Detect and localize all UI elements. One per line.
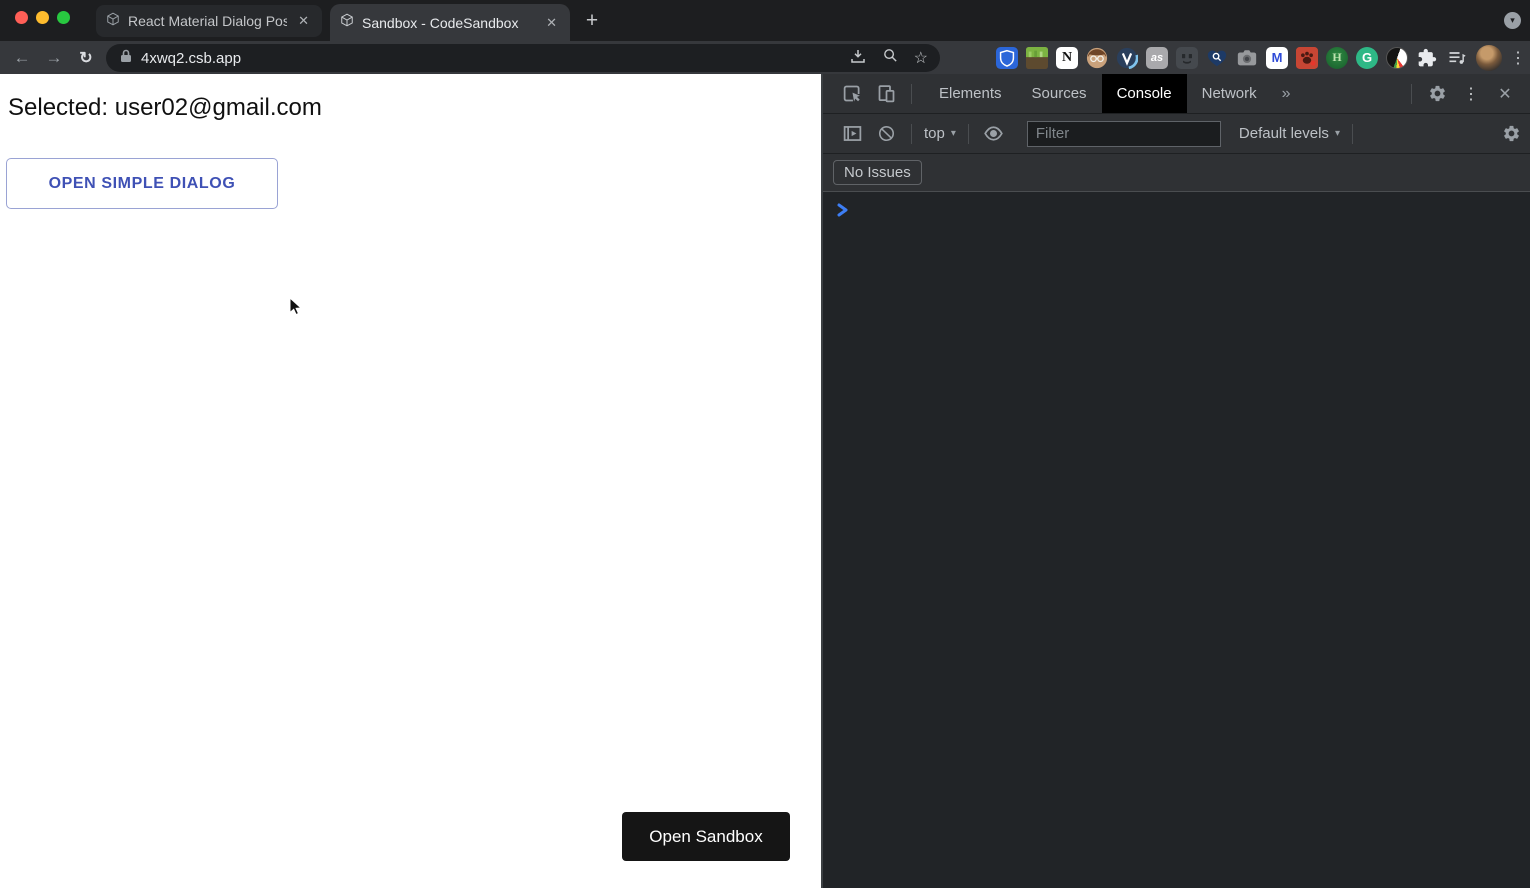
context-selector[interactable]: top ▾: [920, 125, 960, 142]
media-controls-icon[interactable]: [1446, 47, 1468, 69]
download-icon[interactable]: [849, 47, 867, 70]
console-messages[interactable]: [823, 192, 1530, 221]
heart-search-extension-icon[interactable]: [1206, 47, 1228, 69]
url-text: 4xwq2.csb.app: [141, 49, 242, 67]
color-wheel-extension-icon[interactable]: [1386, 46, 1408, 69]
clear-console-icon[interactable]: [873, 121, 899, 147]
close-tab-icon[interactable]: ✕: [295, 13, 312, 29]
nav-buttons: ← → ↻: [6, 41, 102, 74]
h-leaf-extension-icon[interactable]: H: [1326, 46, 1348, 69]
avatar-glasses-extension-icon[interactable]: [1086, 47, 1108, 69]
tab-title: Sandbox - CodeSandbox: [362, 14, 519, 31]
forward-icon[interactable]: →: [41, 45, 67, 71]
reload-icon[interactable]: ↻: [73, 45, 99, 71]
console-sidebar-toggle-icon[interactable]: [839, 121, 865, 147]
page-content: Selected: user02@gmail.com OPEN SIMPLE D…: [0, 74, 821, 888]
device-toolbar-icon[interactable]: [873, 81, 899, 107]
browser-tab-inactive[interactable]: React Material Dialog Position ✕: [96, 5, 322, 37]
v-extension-icon[interactable]: [1116, 47, 1138, 69]
lock-icon[interactable]: [120, 49, 132, 68]
grass-block-extension-icon[interactable]: [1026, 46, 1048, 69]
tab-strip: React Material Dialog Position ✕ Sandbox…: [0, 0, 1530, 41]
new-tab-button[interactable]: +: [578, 7, 606, 35]
paw-extension-icon[interactable]: [1296, 46, 1318, 69]
extensions-row: N as M H G ⋮: [996, 41, 1526, 74]
grammarly-extension-icon[interactable]: G: [1356, 46, 1378, 69]
tab-elements[interactable]: Elements: [924, 74, 1017, 113]
divider: [1351, 123, 1353, 144]
close-window-button[interactable]: [15, 11, 28, 24]
tab-sources[interactable]: Sources: [1017, 74, 1102, 113]
tab-console[interactable]: Console: [1101, 74, 1187, 113]
console-settings-gear-icon[interactable]: [1498, 121, 1524, 147]
more-tabs-icon[interactable]: »: [1272, 74, 1301, 113]
zoom-window-button[interactable]: [57, 11, 70, 24]
tab-title: React Material Dialog Position: [128, 13, 288, 29]
bookmark-star-icon[interactable]: ☆: [914, 48, 928, 68]
camera-extension-icon[interactable]: [1236, 47, 1258, 69]
log-levels-selector[interactable]: Default levels ▾: [1235, 125, 1344, 142]
face-extension-icon[interactable]: [1176, 46, 1198, 69]
context-selector-label: top: [924, 125, 945, 142]
divider: [911, 123, 912, 144]
console-toolbar: top ▾ Default levels ▾: [823, 114, 1530, 154]
address-bar[interactable]: 4xwq2.csb.app ☆: [106, 44, 940, 72]
devtools-controls: ⋮ ✕: [1403, 81, 1530, 107]
notion-extension-icon[interactable]: N: [1056, 46, 1078, 69]
close-tab-icon[interactable]: ✕: [543, 15, 560, 31]
inspect-element-icon[interactable]: [839, 81, 865, 107]
chevron-down-icon: ▾: [950, 128, 956, 139]
divider: [967, 123, 969, 144]
live-expression-eye-icon[interactable]: [981, 121, 1007, 147]
open-sandbox-button[interactable]: Open Sandbox: [622, 812, 790, 861]
open-simple-dialog-button[interactable]: OPEN SIMPLE DIALOG: [6, 158, 278, 209]
lastfm-extension-icon[interactable]: as: [1146, 46, 1168, 69]
devtools-panel: Elements Sources Console Network » ⋮ ✕ t…: [821, 74, 1530, 888]
log-levels-label: Default levels: [1238, 125, 1329, 142]
mouse-cursor: [289, 296, 303, 321]
tab-network[interactable]: Network: [1187, 74, 1272, 113]
console-prompt-icon: [837, 203, 849, 221]
devtools-tab-bar: Elements Sources Console Network » ⋮ ✕: [823, 74, 1530, 114]
selected-email-text: Selected: user02@gmail.com: [8, 94, 322, 121]
divider: [1411, 83, 1412, 104]
divider: [911, 83, 912, 104]
codesandbox-favicon-icon: [340, 13, 354, 32]
monosnap-extension-icon[interactable]: M: [1266, 46, 1288, 69]
omnibox-icons: ☆: [849, 47, 928, 70]
profile-avatar[interactable]: [1476, 44, 1502, 71]
back-icon[interactable]: ←: [9, 45, 35, 71]
browser-window: React Material Dialog Position ✕ Sandbox…: [0, 0, 1530, 888]
codesandbox-favicon-icon: [106, 12, 120, 31]
chevron-down-icon: ▾: [1334, 128, 1340, 139]
devtools-tabs: Elements Sources Console Network »: [924, 74, 1301, 113]
close-devtools-icon[interactable]: ✕: [1492, 81, 1518, 107]
settings-gear-icon[interactable]: [1424, 81, 1450, 107]
devtools-menu-icon[interactable]: ⋮: [1458, 81, 1484, 107]
chrome-menu-icon[interactable]: ⋮: [1510, 48, 1526, 68]
minimize-window-button[interactable]: [36, 11, 49, 24]
issues-bar: No Issues: [823, 154, 1530, 192]
bitwarden-extension-icon[interactable]: [996, 46, 1018, 69]
zoom-icon[interactable]: [882, 47, 899, 69]
tab-search-button[interactable]: ▾: [1504, 12, 1521, 29]
browser-tab-active[interactable]: Sandbox - CodeSandbox ✕: [330, 4, 570, 41]
no-issues-badge[interactable]: No Issues: [833, 160, 922, 185]
filter-input[interactable]: [1026, 120, 1221, 147]
extensions-puzzle-icon[interactable]: [1416, 47, 1438, 69]
